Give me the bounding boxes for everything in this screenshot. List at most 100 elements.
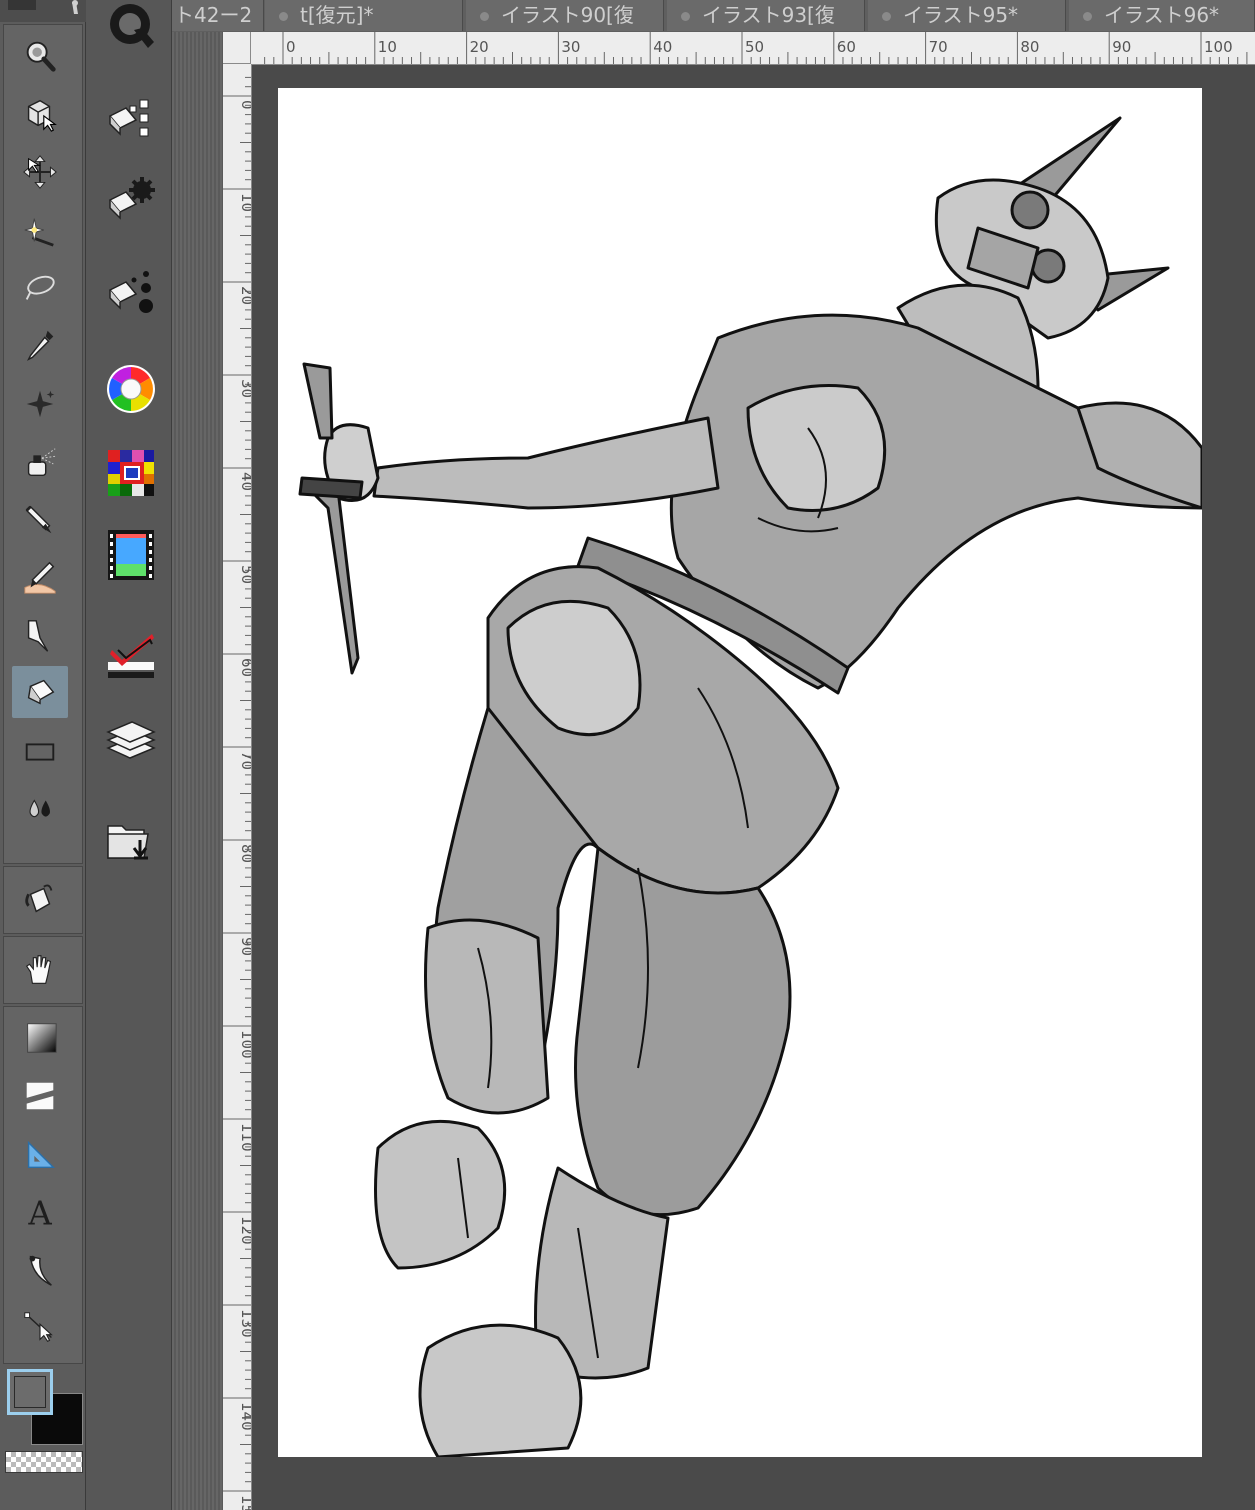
- tab-label: イラスト96*: [1104, 3, 1220, 27]
- ruler-label: 120: [238, 1216, 251, 1245]
- color-selector: [3, 1365, 83, 1475]
- paint-bucket-icon: [25, 884, 53, 913]
- document-tab[interactable]: イラスト90[復: [466, 0, 664, 31]
- tab-label: イラスト95*: [903, 3, 1019, 27]
- color-set-icon: [108, 450, 154, 496]
- ruler-label: 50: [238, 565, 251, 584]
- eyedropper-tool[interactable]: [12, 320, 68, 372]
- app-logo-icon: [110, 4, 154, 48]
- ruler-label: 60: [238, 658, 251, 677]
- ruler-label: 40: [238, 472, 251, 491]
- balloon-tool[interactable]: [12, 1244, 68, 1296]
- svg-text:A: A: [27, 1194, 52, 1231]
- ruler-label: 90: [1112, 38, 1131, 56]
- color-wheel-icon: [107, 365, 155, 413]
- command-bar: [86, 0, 172, 1510]
- ruler-label: 60: [837, 38, 856, 56]
- fountain-pen-tool[interactable]: [12, 610, 68, 662]
- zoom-tool[interactable]: [12, 30, 68, 82]
- document-tab[interactable]: イラスト93[復: [667, 0, 865, 31]
- sub-tool-palette-button[interactable]: [102, 90, 160, 148]
- ruler-label: 90: [238, 937, 251, 956]
- brush-size-button[interactable]: [102, 262, 160, 320]
- history-button[interactable]: [102, 626, 160, 684]
- droplets-icon: [29, 799, 50, 818]
- gradient-tool[interactable]: [12, 1012, 68, 1064]
- text-a-icon: A: [27, 1194, 52, 1231]
- correct-line-tool[interactable]: [12, 1302, 68, 1354]
- color-set-button[interactable]: [102, 444, 160, 502]
- layer-button[interactable]: [102, 712, 160, 770]
- ruler-label: 30: [238, 379, 251, 398]
- airbrush-icon: [27, 448, 56, 477]
- brush-size-dots-icon: [108, 271, 153, 313]
- color-wheel-button[interactable]: [102, 360, 160, 418]
- ruler-label: 20: [470, 38, 489, 56]
- ruler-label: 70: [929, 38, 948, 56]
- canvas-paper[interactable]: [278, 88, 1202, 1457]
- tab-label: イラスト93[復: [702, 3, 835, 27]
- animation-timeline-button[interactable]: [102, 526, 160, 584]
- ruler-label: 70: [238, 751, 251, 770]
- tab-label: ト42ー2: [174, 3, 253, 27]
- film-strip-icon: [108, 530, 154, 580]
- pen-nib-icon: [25, 505, 52, 534]
- app-logo: [102, 0, 160, 58]
- tool-palette: A: [0, 0, 86, 1510]
- rectangle-tool[interactable]: [12, 726, 68, 778]
- tab-modified-dot: [279, 12, 288, 21]
- frame-tool[interactable]: [12, 1070, 68, 1122]
- text-tool[interactable]: A: [12, 1186, 68, 1238]
- main-color-swatch[interactable]: [7, 1369, 53, 1415]
- airbrush-tool[interactable]: [12, 436, 68, 488]
- move-arrows-icon: [23, 155, 57, 189]
- ruler-label: 110: [238, 1123, 251, 1152]
- lasso-tool[interactable]: [12, 262, 68, 314]
- vertical-ruler[interactable]: 0 10 20 30 40 50 60 70 80 90 100 110 120 130 140 150: [223, 64, 252, 1510]
- tab-modified-dot: [882, 12, 891, 21]
- document-tab[interactable]: ト42ー2: [172, 0, 264, 31]
- eyedropper-icon: [27, 330, 54, 361]
- ruler-label: 150: [238, 1495, 251, 1510]
- object-select-icon: [27, 99, 57, 132]
- hand-tool[interactable]: [12, 944, 68, 996]
- gradient-icon: [27, 1023, 57, 1053]
- layers-icon: [106, 721, 156, 759]
- material-button[interactable]: [102, 812, 160, 870]
- correct-line-icon: [24, 1312, 53, 1343]
- effect-tool[interactable]: [12, 378, 68, 430]
- ruler-label: 80: [238, 844, 251, 863]
- ruler-ticks: 0 10 20 30 40 50 60 70 80 90 100: [264, 32, 1248, 64]
- fill-tool[interactable]: [12, 874, 68, 926]
- triangle-ruler-icon: [27, 1140, 56, 1169]
- ruler-label: 10: [378, 38, 397, 56]
- ruler-tool[interactable]: [12, 1128, 68, 1180]
- gear-eraser-icon: [108, 177, 155, 220]
- move-layer-tool[interactable]: [12, 146, 68, 198]
- eraser-tool[interactable]: [12, 666, 68, 718]
- checkmark-icon: [108, 634, 154, 678]
- transparent-color-swatch[interactable]: [5, 1451, 83, 1473]
- document-tab[interactable]: イラスト96*: [1069, 0, 1255, 31]
- pen-tool[interactable]: [12, 494, 68, 546]
- horizontal-ruler[interactable]: 0 10 20 30 40 50 60 70 80 90 100: [223, 32, 1255, 65]
- auto-select-tool[interactable]: [12, 204, 68, 256]
- operation-tool[interactable]: [12, 88, 68, 140]
- eraser-icon: [27, 679, 55, 705]
- ruler-label: 30: [561, 38, 580, 56]
- panel-splitter[interactable]: [172, 32, 223, 1510]
- clip-studio-window: A ト42ー2 t[復元]* イラスト90[復 イラスト93[復 イラスト95*…: [0, 0, 1255, 1510]
- tab-modified-dot: [480, 12, 489, 21]
- magnifier-icon: [26, 41, 56, 72]
- document-tab[interactable]: イラスト95*: [868, 0, 1066, 31]
- liquify-tool[interactable]: [12, 784, 68, 836]
- folder-download-icon: [107, 825, 149, 860]
- fountain-pen-icon: [27, 620, 49, 652]
- ruler-label: 100: [238, 1030, 251, 1059]
- ruler-label: 40: [653, 38, 672, 56]
- canvas-area[interactable]: [252, 65, 1255, 1510]
- document-tab[interactable]: t[復元]*: [265, 0, 463, 31]
- document-tab-bar: ト42ー2 t[復元]* イラスト90[復 イラスト93[復 イラスト95* イ…: [172, 0, 1255, 33]
- tool-property-button[interactable]: [102, 170, 160, 228]
- blend-tool[interactable]: [12, 552, 68, 604]
